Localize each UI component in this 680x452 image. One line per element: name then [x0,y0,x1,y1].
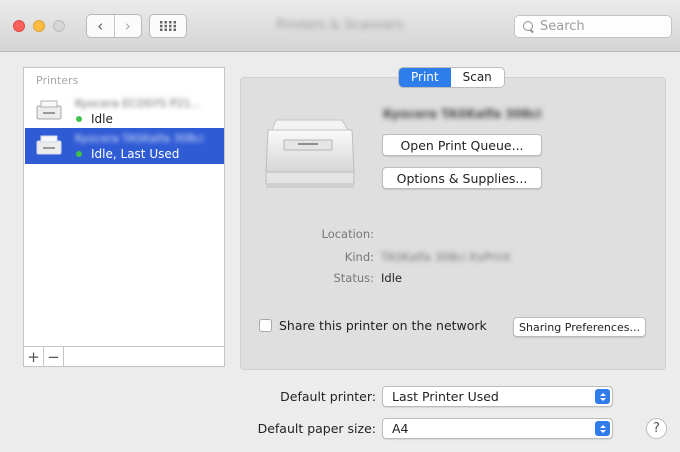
search-field[interactable]: Search [514,15,672,38]
printers-scanners-window: ‹ › Printers & Scanners Search Printers [0,0,680,452]
status-dot-icon [76,116,82,122]
popup-arrows-icon [595,421,610,436]
printer-list-item[interactable]: Kyocera ECOSYS P21... Idle [25,93,224,129]
printer-name: Kyocera ECOSYS P21... [75,97,201,110]
selected-printer-name: Kyocera TASKalfa 308ci [383,107,542,121]
printer-list-item-selected[interactable]: Kyocera TASKalfa 308ci Idle, Last Used [25,128,224,164]
tab-scan[interactable]: Scan [451,68,504,87]
share-printer-checkbox[interactable] [259,319,272,332]
printer-large-icon [265,119,355,188]
open-print-queue-button[interactable]: Open Print Queue... [382,134,542,156]
title-bar: ‹ › Printers & Scanners Search [0,0,680,52]
printers-list[interactable]: Printers Kyocera ECOSYS P21... Idle Kyoc… [23,67,225,367]
status-dot-icon [76,151,82,157]
help-button[interactable]: ? [646,418,667,439]
popup-arrows-icon [595,389,610,404]
search-placeholder: Search [540,19,585,34]
printers-list-toolbar: + − [23,346,225,367]
default-paper-size-value: A4 [392,421,409,436]
default-paper-size-label: Default paper size: [257,421,376,436]
default-paper-size-select[interactable]: A4 [382,418,613,439]
remove-printer-button[interactable]: − [44,347,64,366]
printer-status: Idle, Last Used [76,147,179,161]
print-scan-tabs: Print Scan [398,67,505,88]
kind-value: TASKalfa 308ci KxPrint [381,250,511,264]
printer-status: Idle [76,112,113,126]
printer-status-text: Idle [91,112,113,126]
default-printer-label: Default printer: [280,389,376,404]
add-printer-button[interactable]: + [24,347,44,366]
default-printer-value: Last Printer Used [392,389,499,404]
share-printer-label: Share this printer on the network [279,318,487,333]
printer-status-text: Idle, Last Used [91,147,180,161]
printer-name: Kyocera TASKalfa 308ci [75,132,204,145]
location-label: Location: [321,227,374,241]
status-label: Status: [333,271,374,285]
share-printer-option[interactable]: Share this printer on the network [259,318,487,333]
printer-icon [36,135,62,155]
printer-icon [36,100,62,120]
options-supplies-button[interactable]: Options & Supplies... [382,167,542,189]
kind-label: Kind: [344,250,374,264]
status-value: Idle [381,271,402,285]
printers-list-header: Printers [36,74,79,87]
tab-print[interactable]: Print [399,68,451,87]
search-icon [523,21,534,32]
sharing-preferences-button[interactable]: Sharing Preferences... [513,317,646,337]
default-printer-select[interactable]: Last Printer Used [382,386,613,407]
